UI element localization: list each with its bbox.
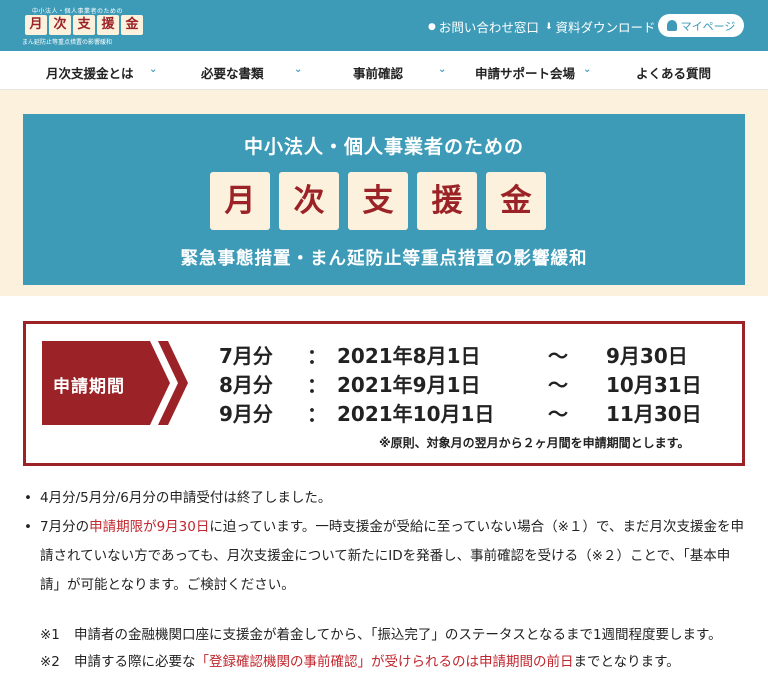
logo-chars: 月 次 支 援 金 xyxy=(25,15,143,35)
precheck-highlight: 「登録確認機関の事前確認」が受けられるのは申請期間の前日 xyxy=(195,654,574,670)
hero-title: 中小法人・個人事業者のための xyxy=(243,136,524,158)
chevron-down-icon[interactable]: ⌄ xyxy=(149,64,157,75)
period-start: 2021年10月1日 xyxy=(337,402,495,426)
logo-tagline: まん延防止等重点措置の影響緩和 xyxy=(22,39,113,46)
hero-char: 金 xyxy=(486,172,546,230)
nav-item-faq[interactable]: よくある質問 xyxy=(636,63,711,82)
download-icon: ⬇ xyxy=(545,21,553,32)
chevron-down-icon[interactable]: ⌄ xyxy=(438,64,446,75)
period-note: ※原則、対象月の翌月から２ヶ月間を申請期間とします。 xyxy=(379,436,690,450)
period-end: 11月30日 xyxy=(606,402,702,426)
hero-subtitle: 緊急事態措置・まん延防止等重点措置の影響緩和 xyxy=(180,249,588,269)
logo-char: 次 xyxy=(49,15,71,35)
period-end: 10月31日 xyxy=(606,373,702,397)
period-tilde: ～ xyxy=(548,402,568,426)
hero-char: 援 xyxy=(417,172,477,230)
period-start: 2021年9月1日 xyxy=(337,373,481,397)
download-label: 資料ダウンロード xyxy=(555,20,656,35)
footnote-text: 申請する際に必要な xyxy=(74,654,196,670)
hero-char: 次 xyxy=(279,172,339,230)
footnote: ※1 申請者の金融機関口座に支援金が着金してから、「振込完了」のステータスとなる… xyxy=(20,622,750,649)
chat-bubble-icon: ● xyxy=(428,21,436,32)
period-sep: ： xyxy=(307,402,327,426)
period-month: 7月分 xyxy=(219,344,273,368)
mypage-label: マイページ xyxy=(680,19,736,33)
nav-item-about[interactable]: 月次支援金とは xyxy=(46,63,134,82)
bullet-text: 4月分/5月分/6月分の申請受付は終了しました。 xyxy=(40,490,332,506)
contact-label: お問い合わせ窓口 xyxy=(438,20,539,35)
site-logo[interactable]: 中小法人・個人事業者のための 月 次 支 援 金 まん延防止等重点措置の影響緩和 xyxy=(22,6,143,46)
period-sep: ： xyxy=(307,373,327,397)
footnote-label: ※1 xyxy=(40,627,60,643)
period-end: 9月30日 xyxy=(606,344,688,368)
period-sep: ： xyxy=(307,344,327,368)
chevron-down-icon[interactable]: ⌄ xyxy=(583,64,591,75)
logo-char: 援 xyxy=(97,15,119,35)
hero-banner: 中小法人・個人事業者のための 月 次 支 援 金 緊急事態措置・まん延防止等重点… xyxy=(23,114,745,285)
chevron-down-icon[interactable]: ⌄ xyxy=(294,64,302,75)
mypage-button[interactable]: マイページ xyxy=(658,14,744,37)
footnote-text: 申請者の金融機関口座に支援金が着金してから、「振込完了」のステータスとなるまで1… xyxy=(74,627,722,643)
deadline-highlight: 申請期限が9月30日 xyxy=(89,519,210,535)
notice-content: 4月分/5月分/6月分の申請受付は終了しました。 7月分の申請期限が9月30日に… xyxy=(20,484,750,673)
main-nav: 月次支援金とは ⌄ 必要な書類 ⌄ 事前確認 ⌄ 申請サポート会場 ⌄ よくある… xyxy=(0,51,768,90)
bullet-text: 7月分の xyxy=(40,519,90,535)
nav-item-documents[interactable]: 必要な書類 xyxy=(201,63,264,82)
header-bar: 中小法人・個人事業者のための 月 次 支 援 金 まん延防止等重点措置の影響緩和… xyxy=(0,0,768,51)
period-tilde: ～ xyxy=(548,373,568,397)
period-tilde: ～ xyxy=(548,344,568,368)
period-start: 2021年8月1日 xyxy=(337,344,481,368)
contact-link[interactable]: ● お問い合わせ窓口 xyxy=(428,17,539,36)
nav-item-precheck[interactable]: 事前確認 xyxy=(353,63,403,82)
period-month: 9月分 xyxy=(219,402,273,426)
list-item: 7月分の申請期限が9月30日に迫っています。一時支援金が受給に至っていない場合（… xyxy=(20,513,750,600)
logo-char: 月 xyxy=(25,15,47,35)
nav-item-support-venue[interactable]: 申請サポート会場 xyxy=(475,63,575,82)
period-month: 8月分 xyxy=(219,373,273,397)
hero-chars: 月 次 支 援 金 xyxy=(210,172,546,230)
logo-char: 支 xyxy=(73,15,95,35)
application-period-box: 申請期間 7月分 ： 2021年8月1日 ～ 9月30日 8月分 ： 2021年… xyxy=(23,321,745,466)
logo-char: 金 xyxy=(121,15,143,35)
footnote: ※2 申請する際に必要な「登録確認機関の事前確認」が受けられるのは申請期間の前日… xyxy=(20,649,750,673)
hero-char: 支 xyxy=(348,172,408,230)
logo-subtitle: 中小法人・個人事業者のための xyxy=(32,8,124,15)
footnote-text: までとなります。 xyxy=(573,654,680,670)
period-label: 申請期間 xyxy=(53,377,125,397)
hero-char: 月 xyxy=(210,172,270,230)
user-icon xyxy=(666,20,677,31)
download-link[interactable]: ⬇ 資料ダウンロード xyxy=(545,17,656,36)
list-item: 4月分/5月分/6月分の申請受付は終了しました。 xyxy=(20,484,750,513)
footnote-label: ※2 xyxy=(40,654,60,670)
